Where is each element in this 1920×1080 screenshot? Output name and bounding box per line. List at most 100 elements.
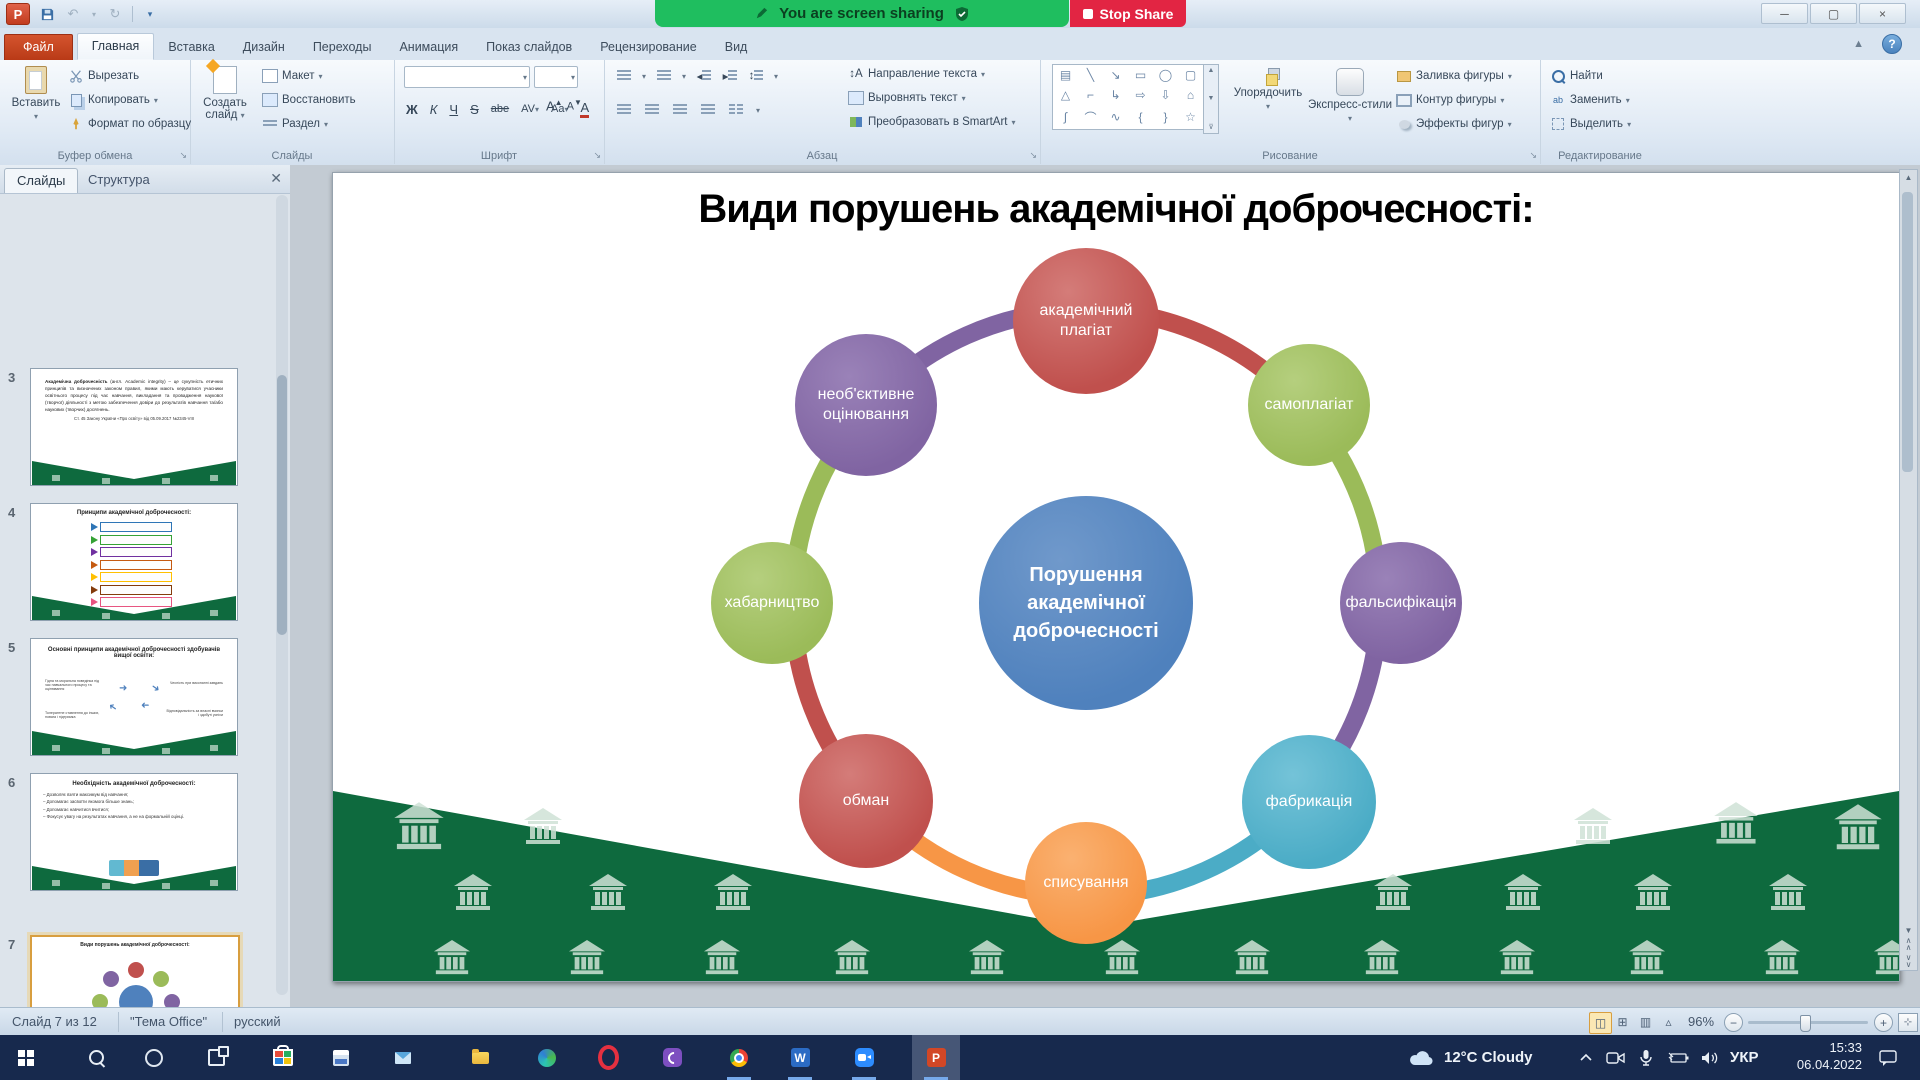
layout-button[interactable]: Макет▾ <box>262 68 323 84</box>
shape-glyph-16[interactable]: } <box>1163 110 1167 124</box>
redo-icon[interactable]: ↻ <box>106 5 124 23</box>
ribbon-tab-2[interactable]: Вставка <box>154 35 228 60</box>
diagram-node-3[interactable]: фабрикація <box>1242 735 1376 869</box>
decrease-indent-icon[interactable]: ◂ <box>696 68 712 84</box>
previous-slide-button[interactable]: ∧∧ <box>1906 937 1912 951</box>
underline-button[interactable]: Ч <box>449 102 458 117</box>
diagram-center-node[interactable]: Порушенняакадемічноїдоброчесності <box>979 496 1193 710</box>
shape-effects-button[interactable]: Эффекты фигур▾ <box>1396 116 1512 132</box>
shape-outline-button[interactable]: Контур фигуры▾ <box>1396 92 1504 108</box>
tray-expand-icon[interactable] <box>1578 1035 1594 1080</box>
arrange-button[interactable]: Упорядочить▾ <box>1230 68 1306 111</box>
close-button[interactable]: × <box>1859 3 1906 24</box>
replace-button[interactable]: ab Заменить▾ <box>1550 92 1630 108</box>
speaker-icon[interactable] <box>1700 1035 1719 1080</box>
columns-icon[interactable] <box>728 102 744 118</box>
slide-thumbnail-3[interactable]: Академічна доброчесність (англ. Academic… <box>30 368 238 486</box>
diagram-node-0[interactable]: академічнийплагіат <box>1013 248 1159 394</box>
scroll-down-icon[interactable]: ▼ <box>1905 927 1913 934</box>
taskbar-icon-cortana[interactable] <box>130 1035 178 1080</box>
slide-thumbnail-4[interactable]: Принципи академічної доброчесності: <box>30 503 238 621</box>
bullets-icon[interactable] <box>616 68 632 84</box>
shape-glyph-17[interactable]: ☆ <box>1185 110 1196 124</box>
panel-scrollbar[interactable] <box>276 195 288 995</box>
shape-glyph-6[interactable]: △ <box>1061 88 1070 102</box>
shape-glyph-12[interactable]: ∫ <box>1064 110 1067 124</box>
shape-glyph-2[interactable]: ↘ <box>1110 68 1120 82</box>
shape-glyph-10[interactable]: ⇩ <box>1160 88 1170 102</box>
taskbar-icon-mail[interactable] <box>379 1035 427 1080</box>
diagram-node-4[interactable]: списування <box>1025 822 1147 944</box>
shape-glyph-0[interactable]: ▤ <box>1060 68 1071 82</box>
shadow-button[interactable]: S <box>470 102 479 117</box>
restore-button[interactable]: ▢ <box>1810 3 1857 24</box>
minimize-ribbon-icon[interactable]: ▲ <box>1853 38 1864 50</box>
copy-button[interactable]: Копировать▾ <box>68 92 158 108</box>
vertical-scrollbar[interactable]: ▲ ▼ ∧∧ ∨∨ <box>1899 169 1918 971</box>
font-size-select[interactable]: ▾ <box>534 66 578 88</box>
numbering-icon[interactable] <box>656 68 672 84</box>
select-button[interactable]: Выделить▾ <box>1550 116 1631 132</box>
find-button[interactable]: Найти <box>1550 68 1603 84</box>
bold-button[interactable]: Ж <box>406 102 418 117</box>
shape-glyph-1[interactable]: ╲ <box>1087 68 1094 82</box>
shapes-gallery-scrollbar[interactable]: ▲▼⊽ <box>1203 64 1219 134</box>
taskbar-icon-powerpoint[interactable]: P <box>912 1035 960 1080</box>
text-direction-button[interactable]: ↕A Направление текста▾ <box>848 66 985 82</box>
action-center-icon[interactable] <box>1878 1035 1898 1080</box>
ribbon-tab-0[interactable]: Файл <box>4 34 73 60</box>
cut-button[interactable]: Вырезать <box>68 68 139 84</box>
font-name-select[interactable]: ▾ <box>404 66 530 88</box>
diagram-node-2[interactable]: фальсифікація <box>1340 542 1462 664</box>
zoom-out-button[interactable]: − <box>1724 1013 1743 1032</box>
slide-title[interactable]: Види порушень академічної доброчесності: <box>698 187 1533 232</box>
taskbar-icon-search[interactable] <box>72 1035 120 1080</box>
customize-qat-icon[interactable]: ▾ <box>141 5 159 23</box>
taskbar-icon-opera[interactable] <box>584 1035 632 1080</box>
justify-icon[interactable] <box>700 102 716 118</box>
shape-glyph-13[interactable]: ⌒ <box>1084 109 1096 126</box>
ribbon-tab-3[interactable]: Дизайн <box>229 35 299 60</box>
strikethrough-button[interactable]: abe <box>491 103 509 115</box>
paste-button[interactable]: Вставить▾ <box>10 66 62 121</box>
ribbon-tab-4[interactable]: Переходы <box>299 35 386 60</box>
shape-glyph-3[interactable]: ▭ <box>1135 68 1146 82</box>
help-icon[interactable]: ? <box>1882 34 1902 54</box>
slide-thumbnail-6[interactable]: Необхідність академічної доброчесності:–… <box>30 773 238 891</box>
language-indicator[interactable]: УКР <box>1730 1035 1759 1080</box>
shapes-gallery[interactable]: ▤╲↘▭◯▢△⌐↳⇨⇩⌂∫⌒∿{}☆ <box>1052 64 1204 130</box>
battery-icon[interactable] <box>1668 1035 1690 1080</box>
shape-fill-button[interactable]: Заливка фигуры▾ <box>1396 68 1512 84</box>
shape-glyph-9[interactable]: ⇨ <box>1135 88 1145 102</box>
powerpoint-app-icon[interactable]: P <box>6 3 30 25</box>
taskbar-icon-microsoft-store[interactable] <box>259 1035 307 1080</box>
taskbar-icon-windows-start[interactable] <box>5 1035 53 1080</box>
diagram-node-1[interactable]: самоплагіат <box>1248 344 1370 466</box>
slide-thumbnail-5[interactable]: Основні принципи академічної доброчеснос… <box>30 638 238 756</box>
align-right-icon[interactable] <box>672 102 688 118</box>
fit-to-window-button[interactable]: ⊹ <box>1898 1013 1918 1032</box>
taskbar-icon-word[interactable]: W <box>776 1035 824 1080</box>
zoom-slider-track[interactable] <box>1748 1021 1868 1024</box>
align-center-icon[interactable] <box>644 102 660 118</box>
zoom-percentage[interactable]: 96% <box>1688 1014 1714 1029</box>
taskbar-icon-edge[interactable] <box>523 1035 571 1080</box>
slideshow-button[interactable]: ▵ <box>1658 1012 1679 1032</box>
undo-icon[interactable]: ↶ <box>64 5 82 23</box>
next-slide-button[interactable]: ∨∨ <box>1906 954 1912 968</box>
italic-button[interactable]: К <box>430 102 438 117</box>
undo-dropdown-icon[interactable]: ▾ <box>90 5 98 23</box>
ribbon-tab-8[interactable]: Вид <box>711 35 762 60</box>
align-text-button[interactable]: Выровнять текст▾ <box>848 90 966 106</box>
format-painter-button[interactable]: Формат по образцу <box>68 116 191 132</box>
line-spacing-icon[interactable]: ↕ <box>748 68 764 84</box>
panel-close-icon[interactable]: ✕ <box>270 170 282 187</box>
diagram-node-7[interactable]: необ'єктивнеоцінювання <box>795 334 937 476</box>
diagram-node-5[interactable]: обман <box>799 734 933 868</box>
taskbar-icon-zoom-app[interactable] <box>840 1035 888 1080</box>
shape-glyph-14[interactable]: ∿ <box>1110 110 1120 124</box>
shape-glyph-8[interactable]: ↳ <box>1110 88 1120 102</box>
reset-button[interactable]: Восстановить <box>262 92 356 108</box>
ribbon-tab-6[interactable]: Показ слайдов <box>472 35 586 60</box>
slide-number-status[interactable]: Слайд 7 из 12 <box>12 1014 97 1029</box>
